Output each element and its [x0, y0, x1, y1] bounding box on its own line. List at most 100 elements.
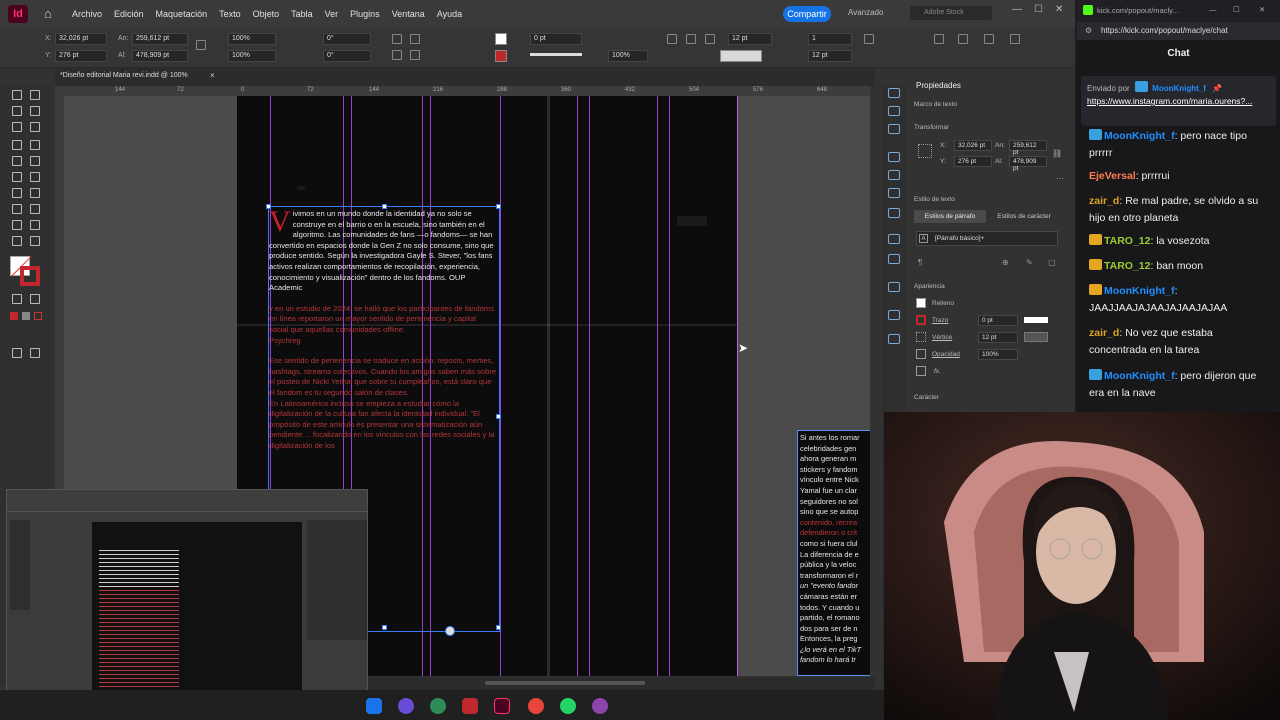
stroke-color-icon[interactable] — [916, 315, 926, 325]
pinned-link[interactable]: https://www.instagram.com/maria.ourens?.… — [1087, 96, 1270, 106]
pages-panel-icon[interactable] — [888, 106, 900, 116]
browser-icon[interactable] — [592, 698, 608, 714]
h-field[interactable]: 478,909 pt — [132, 50, 188, 62]
screen-mode-icon[interactable] — [30, 348, 40, 358]
chat-username[interactable]: MoonKnight_f — [1104, 370, 1175, 382]
scissors-tool-icon[interactable] — [12, 188, 22, 198]
props-h-field[interactable]: 478,909 pt — [1009, 156, 1047, 172]
edge-icon[interactable] — [366, 698, 382, 714]
stroke-panel-icon[interactable] — [888, 152, 900, 162]
note-tool-icon[interactable] — [12, 220, 22, 230]
links-panel-icon[interactable] — [888, 282, 900, 292]
selection-tool-icon[interactable] — [12, 90, 22, 100]
pen-tool-icon[interactable] — [12, 156, 22, 166]
scale-x-field[interactable]: 100% — [228, 33, 276, 45]
line-tool-icon[interactable] — [30, 140, 40, 150]
chat-username[interactable]: MoonKnight_f — [1104, 130, 1175, 142]
scale-y-field[interactable]: 100% — [228, 50, 276, 62]
fill-swatch-icon[interactable] — [495, 33, 507, 45]
document-tab[interactable]: *Diseño editorial Maria revi.indd @ 100% — [60, 72, 188, 79]
swatches-panel-icon[interactable] — [888, 170, 900, 180]
menu-ver[interactable]: Ver — [325, 9, 339, 19]
frame-fit-icon[interactable] — [864, 34, 874, 44]
apply-none-icon[interactable] — [34, 312, 42, 320]
chat-close-icon[interactable]: ✕ — [1259, 5, 1265, 14]
adobe-stock-search[interactable]: Adobe Stock — [910, 6, 992, 20]
frame-handle[interactable] — [496, 204, 501, 209]
clear-overrides-icon[interactable]: ¶ — [918, 258, 922, 267]
gutter-field[interactable]: 12 pt — [808, 50, 852, 62]
delete-style-icon[interactable]: ▢ — [1048, 258, 1056, 267]
stroke-label[interactable]: Trazo — [932, 317, 948, 324]
close-tab-icon[interactable]: × — [210, 71, 215, 80]
flip-h-icon[interactable] — [392, 50, 402, 60]
gradient-tool-icon[interactable] — [12, 204, 22, 214]
streaming-app-icon[interactable] — [462, 698, 478, 714]
formatting-text-icon[interactable] — [30, 294, 40, 304]
rotate-cw-icon[interactable] — [392, 34, 402, 44]
direct-selection-tool-icon[interactable] — [30, 90, 40, 100]
chat-username[interactable]: TARO_12 — [1104, 260, 1151, 272]
type-tool-icon[interactable] — [12, 140, 22, 150]
share-button[interactable]: Compartir — [783, 6, 831, 22]
tab-character-styles[interactable]: Estilos de carácter — [988, 210, 1060, 223]
menu-ayuda[interactable]: Ayuda — [437, 9, 462, 19]
tab-paragraph-styles[interactable]: Estilos de párrafo — [914, 210, 986, 223]
text-wrap-icon[interactable] — [888, 254, 900, 264]
chrome-icon[interactable] — [528, 698, 544, 714]
chat-maximize-icon[interactable]: ☐ — [1233, 5, 1240, 14]
rotation-field[interactable]: 0° — [323, 33, 371, 45]
rectangle-tool-icon[interactable] — [30, 172, 40, 182]
opacity-field[interactable]: 100% — [608, 50, 648, 62]
workspace-switcher[interactable]: Avanzado — [848, 8, 883, 17]
props-y-field[interactable]: 276 pt — [954, 156, 992, 167]
align-bottom-icon[interactable] — [1010, 34, 1020, 44]
menu-ventana[interactable]: Ventana — [392, 9, 425, 19]
eyedropper-tool-icon[interactable] — [30, 220, 40, 230]
corner-icon[interactable] — [916, 332, 926, 342]
menu-objeto[interactable]: Objeto — [253, 9, 280, 19]
site-info-icon[interactable]: ⚙ — [1085, 26, 1092, 35]
properties-panel-icon[interactable] — [888, 88, 900, 98]
link-icon[interactable]: ⛓ — [1052, 149, 1062, 158]
corner-shape-select[interactable] — [1024, 332, 1048, 342]
frame-handle[interactable] — [382, 204, 387, 209]
stroke-swatch-icon[interactable] — [495, 50, 507, 62]
shear-field[interactable]: 0° — [323, 50, 371, 62]
pinned-user[interactable]: MoonKnight_f — [1152, 84, 1206, 93]
close-icon[interactable]: ✕ — [1055, 4, 1063, 15]
w-field[interactable]: 259,612 pt — [132, 33, 188, 45]
menu-edicion[interactable]: Edición — [114, 9, 144, 19]
menu-archivo[interactable]: Archivo — [72, 9, 102, 19]
opacity-label[interactable]: Opacidad — [932, 351, 960, 358]
new-style-icon[interactable]: ⊕ — [1002, 258, 1009, 267]
gap-tool-icon[interactable] — [30, 106, 40, 116]
rotate-ccw-icon[interactable] — [410, 34, 420, 44]
chat-username[interactable]: TARO_12 — [1104, 235, 1151, 247]
opacity-field[interactable]: 100% — [978, 349, 1018, 360]
corners-label[interactable]: Vértice — [932, 334, 952, 341]
cc-libraries-icon[interactable] — [888, 188, 900, 198]
flip-v-icon[interactable] — [410, 50, 420, 60]
free-transform-tool-icon[interactable] — [30, 188, 40, 198]
x-field[interactable]: 32,026 pt — [55, 33, 107, 45]
props-w-field[interactable]: 259,612 pt — [1009, 140, 1047, 156]
color-swatch-box[interactable] — [720, 50, 762, 62]
distribute-icon[interactable] — [934, 34, 944, 44]
indesign-taskbar-icon[interactable] — [494, 698, 510, 714]
frame-handle[interactable] — [382, 625, 387, 630]
horizontal-scrollbar[interactable] — [485, 681, 645, 685]
view-mode-icon[interactable] — [12, 348, 22, 358]
menu-maquetacion[interactable]: Maquetación — [156, 9, 208, 19]
rectangle-frame-tool-icon[interactable] — [12, 172, 22, 182]
corner-size-field[interactable]: 12 pt — [978, 332, 1018, 343]
gradient-feather-tool-icon[interactable] — [30, 204, 40, 214]
character-panel-icon[interactable] — [888, 310, 900, 320]
obs-icon[interactable] — [398, 698, 414, 714]
fx-label[interactable]: fx. — [934, 368, 941, 375]
hand-tool-icon[interactable] — [12, 236, 22, 246]
maximize-icon[interactable]: ☐ — [1034, 4, 1043, 15]
glyphs-panel-icon[interactable] — [888, 334, 900, 344]
align-objects-icon[interactable] — [958, 34, 968, 44]
menu-texto[interactable]: Texto — [219, 9, 241, 19]
